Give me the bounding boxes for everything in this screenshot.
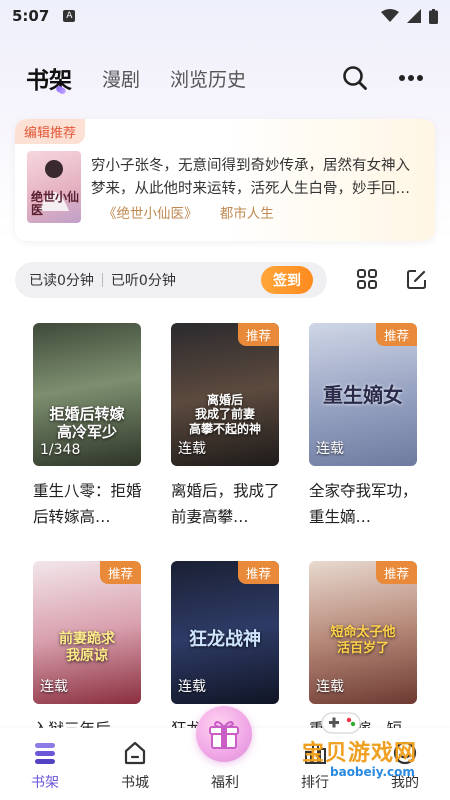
recommend-genre: 都市人生 — [219, 206, 274, 222]
recommend-description: 穷小子张冬，无意间得到奇妙传承，居然有女神入 梦来，从此他时来运转，活死人生白骨… — [91, 155, 431, 201]
book-status: 连载 — [178, 441, 206, 457]
recommend-badge: 推荐 — [237, 323, 279, 346]
nav-welfare-label: 福利 — [211, 775, 239, 791]
search-icon[interactable] — [342, 65, 368, 91]
listen-time: 已听0分钟 — [110, 273, 176, 289]
tab-comic-drama-label: 漫剧 — [102, 68, 141, 91]
cover-art-text: 狂龙战神 — [189, 629, 261, 650]
nav-store[interactable]: 书城 — [105, 738, 165, 792]
book-card[interactable]: 拒婚后转嫁 高冷军少 1/348 重生八零：拒婚后转嫁高… — [33, 323, 142, 530]
recommend-badge: 推荐 — [99, 561, 141, 584]
book-progress: 1/348 — [40, 442, 81, 458]
tab-comic-drama[interactable]: 漫剧 — [102, 65, 140, 92]
book-cover: 推荐 狂龙战神 连载 — [171, 561, 279, 704]
cover-art-text: 短命太子他 活百岁了 — [330, 625, 396, 656]
recommend-badge: 推荐 — [237, 561, 279, 584]
book-cover: 推荐 重生嫡女 连载 — [309, 323, 417, 466]
recommend-meta: 《绝世小仙医》 都市人生 — [103, 202, 292, 222]
editor-recommend-tag: 编辑推荐 — [15, 119, 86, 144]
gift-icon — [209, 721, 239, 749]
signal-icon — [407, 9, 421, 23]
book-status: 连载 — [316, 679, 344, 695]
cover-art-text: 离婚后 我成了前妻 高攀不起的神 — [188, 393, 261, 436]
status-time: 5:07 — [12, 7, 50, 25]
book-card[interactable]: 推荐 重生嫡女 连载 全家夺我军功，重生嫡… — [309, 323, 418, 530]
watermark-url: baobeiy.com — [330, 765, 415, 779]
edit-icon[interactable] — [406, 268, 428, 290]
book-cover: 推荐 短命太子他 活百岁了 连载 — [309, 561, 417, 704]
status-icons — [381, 8, 438, 24]
recommend-book-cover: 绝世小仙医 — [27, 151, 81, 223]
book-card[interactable]: 推荐 离婚后 我成了前妻 高攀不起的神 连载 离婚后，我成了前妻高攀… — [171, 323, 280, 530]
tab-history[interactable]: 浏览历史 — [170, 65, 246, 92]
recommend-cover-title: 绝世小仙医 — [31, 189, 80, 217]
recommend-badge: 推荐 — [375, 323, 417, 346]
nav-bookshelf-label: 书架 — [31, 775, 59, 791]
editor-recommend-card[interactable]: 编辑推荐 绝世小仙医 穷小子张冬，无意间得到奇妙传承，居然有女神入 梦来，从此他… — [15, 119, 435, 241]
watermark: 宝贝游戏网 baobeiy.com — [272, 705, 442, 785]
gift-button[interactable] — [196, 706, 252, 762]
cover-art-text: 前妻跪求 我原谅 — [59, 631, 115, 664]
recommend-badge: 推荐 — [375, 561, 417, 584]
read-time: 已读0分钟 — [29, 273, 94, 289]
nav-bookshelf[interactable]: 书架 — [15, 738, 75, 792]
battery-icon — [429, 8, 438, 24]
grid-view-icon[interactable] — [356, 268, 378, 290]
cover-art-text: 重生嫡女 — [323, 383, 403, 407]
wifi-icon — [381, 9, 399, 22]
book-status: 连载 — [40, 679, 68, 695]
reading-time-bar: 已读0分钟 已听0分钟 签到 — [15, 262, 327, 298]
book-cover: 推荐 前妻跪求 我原谅 连载 — [33, 561, 141, 704]
more-icon[interactable] — [398, 74, 424, 82]
sign-in-button[interactable]: 签到 — [261, 266, 313, 294]
recommend-line-1: 穷小子张冬，无意间得到奇妙传承，居然有女神入 — [91, 158, 410, 174]
top-header: 书架 漫剧 浏览历史 — [0, 58, 450, 98]
book-title: 重生八零：拒婚后转嫁高… — [33, 482, 142, 526]
notification-icon: A — [63, 10, 76, 22]
recommend-book-name: 《绝世小仙医》 — [103, 206, 198, 222]
recommend-line-2: 梦来，从此他时来运转，活死人生白骨，妙手回… — [91, 181, 410, 197]
divider — [101, 273, 103, 287]
cover-art-text: 拒婚后转嫁 高冷军少 — [49, 405, 125, 441]
bookshelf-icon — [32, 738, 58, 768]
book-title: 离婚后，我成了前妻高攀… — [171, 482, 280, 526]
book-cover: 拒婚后转嫁 高冷军少 1/348 — [33, 323, 141, 466]
book-status: 连载 — [316, 441, 344, 457]
book-title: 全家夺我军功，重生嫡… — [309, 482, 418, 526]
book-status: 连载 — [178, 679, 206, 695]
gamepad-icon — [321, 712, 361, 734]
shelf-actions — [356, 268, 428, 290]
tab-history-label: 浏览历史 — [170, 68, 247, 91]
tab-bookshelf[interactable]: 书架 — [26, 61, 72, 96]
status-bar: 5:07 A — [0, 0, 450, 32]
store-icon — [122, 738, 148, 768]
watermark-text: 宝贝游戏网 — [302, 741, 418, 766]
nav-store-label: 书城 — [121, 775, 149, 791]
book-cover: 推荐 离婚后 我成了前妻 高攀不起的神 连载 — [171, 323, 279, 466]
header-actions — [342, 65, 424, 91]
